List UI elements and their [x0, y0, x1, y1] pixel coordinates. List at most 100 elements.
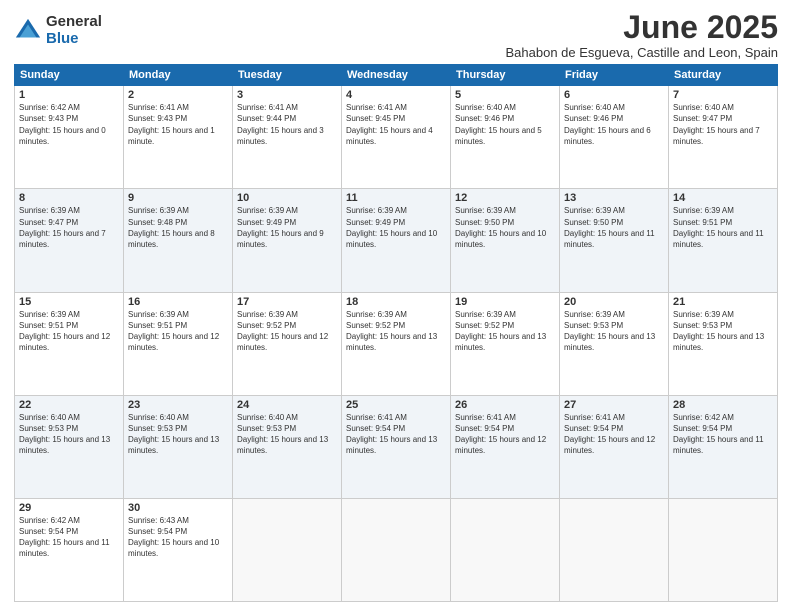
- calendar-day-cell: 6Sunrise: 6:40 AMSunset: 9:46 PMDaylight…: [560, 86, 669, 189]
- day-number: 29: [19, 502, 119, 514]
- day-number: 19: [455, 296, 555, 308]
- day-info: Sunrise: 6:39 AMSunset: 9:50 PMDaylight:…: [564, 205, 664, 250]
- calendar-header-cell: Monday: [124, 65, 233, 86]
- calendar-day-cell: 7Sunrise: 6:40 AMSunset: 9:47 PMDaylight…: [669, 86, 778, 189]
- calendar-day-cell: 20Sunrise: 6:39 AMSunset: 9:53 PMDayligh…: [560, 292, 669, 395]
- day-info: Sunrise: 6:41 AMSunset: 9:45 PMDaylight:…: [346, 102, 446, 147]
- logo-text: General Blue: [46, 14, 102, 47]
- calendar-header-cell: Wednesday: [342, 65, 451, 86]
- day-info: Sunrise: 6:40 AMSunset: 9:53 PMDaylight:…: [237, 412, 337, 457]
- day-info: Sunrise: 6:42 AMSunset: 9:54 PMDaylight:…: [19, 515, 119, 560]
- calendar-day-cell: 13Sunrise: 6:39 AMSunset: 9:50 PMDayligh…: [560, 189, 669, 292]
- calendar-day-cell: 11Sunrise: 6:39 AMSunset: 9:49 PMDayligh…: [342, 189, 451, 292]
- day-info: Sunrise: 6:39 AMSunset: 9:51 PMDaylight:…: [128, 309, 228, 354]
- day-number: 2: [128, 89, 228, 101]
- day-number: 11: [346, 192, 446, 204]
- day-number: 23: [128, 399, 228, 411]
- calendar-day-cell: [560, 498, 669, 601]
- calendar-day-cell: 8Sunrise: 6:39 AMSunset: 9:47 PMDaylight…: [15, 189, 124, 292]
- calendar-day-cell: 12Sunrise: 6:39 AMSunset: 9:50 PMDayligh…: [451, 189, 560, 292]
- calendar-header-cell: Tuesday: [233, 65, 342, 86]
- day-number: 24: [237, 399, 337, 411]
- calendar-body: 1Sunrise: 6:42 AMSunset: 9:43 PMDaylight…: [15, 86, 778, 602]
- day-number: 12: [455, 192, 555, 204]
- calendar-header-cell: Thursday: [451, 65, 560, 86]
- day-info: Sunrise: 6:39 AMSunset: 9:47 PMDaylight:…: [19, 205, 119, 250]
- day-info: Sunrise: 6:39 AMSunset: 9:49 PMDaylight:…: [237, 205, 337, 250]
- day-info: Sunrise: 6:43 AMSunset: 9:54 PMDaylight:…: [128, 515, 228, 560]
- calendar-day-cell: 19Sunrise: 6:39 AMSunset: 9:52 PMDayligh…: [451, 292, 560, 395]
- calendar-day-cell: 15Sunrise: 6:39 AMSunset: 9:51 PMDayligh…: [15, 292, 124, 395]
- calendar-week-row: 1Sunrise: 6:42 AMSunset: 9:43 PMDaylight…: [15, 86, 778, 189]
- day-info: Sunrise: 6:39 AMSunset: 9:52 PMDaylight:…: [455, 309, 555, 354]
- calendar-day-cell: 3Sunrise: 6:41 AMSunset: 9:44 PMDaylight…: [233, 86, 342, 189]
- day-number: 5: [455, 89, 555, 101]
- calendar-day-cell: 17Sunrise: 6:39 AMSunset: 9:52 PMDayligh…: [233, 292, 342, 395]
- day-number: 16: [128, 296, 228, 308]
- day-info: Sunrise: 6:39 AMSunset: 9:49 PMDaylight:…: [346, 205, 446, 250]
- day-number: 22: [19, 399, 119, 411]
- calendar-day-cell: 27Sunrise: 6:41 AMSunset: 9:54 PMDayligh…: [560, 395, 669, 498]
- day-number: 18: [346, 296, 446, 308]
- page: General Blue June 2025 Bahabon de Esguev…: [0, 0, 792, 612]
- day-info: Sunrise: 6:40 AMSunset: 9:46 PMDaylight:…: [455, 102, 555, 147]
- day-number: 8: [19, 192, 119, 204]
- day-number: 3: [237, 89, 337, 101]
- day-number: 21: [673, 296, 773, 308]
- calendar-day-cell: 25Sunrise: 6:41 AMSunset: 9:54 PMDayligh…: [342, 395, 451, 498]
- day-number: 30: [128, 502, 228, 514]
- calendar-week-row: 22 Sunrise: 6:40 AMSunset: 9:53 PMDayligh…: [15, 395, 778, 498]
- calendar-day-cell: 5Sunrise: 6:40 AMSunset: 9:46 PMDaylight…: [451, 86, 560, 189]
- calendar-day-cell: 2Sunrise: 6:41 AMSunset: 9:43 PMDaylight…: [124, 86, 233, 189]
- location-title: Bahabon de Esgueva, Castille and Leon, S…: [506, 45, 778, 60]
- day-number: 17: [237, 296, 337, 308]
- title-block: June 2025 Bahabon de Esgueva, Castille a…: [506, 10, 778, 60]
- header: General Blue June 2025 Bahabon de Esguev…: [14, 10, 778, 60]
- day-number: 6: [564, 89, 664, 101]
- calendar-week-row: 8Sunrise: 6:39 AMSunset: 9:47 PMDaylight…: [15, 189, 778, 292]
- day-number: 27: [564, 399, 664, 411]
- day-info: Sunrise: 6:39 AMSunset: 9:50 PMDaylight:…: [455, 205, 555, 250]
- day-info: Sunrise: 6:39 AMSunset: 9:48 PMDaylight:…: [128, 205, 228, 250]
- day-info: Sunrise: 6:40 AMSunset: 9:46 PMDaylight:…: [564, 102, 664, 147]
- day-info: Sunrise: 6:39 AMSunset: 9:51 PMDaylight:…: [673, 205, 773, 250]
- calendar-day-cell: 21Sunrise: 6:39 AMSunset: 9:53 PMDayligh…: [669, 292, 778, 395]
- day-info: Sunrise: 6:41 AMSunset: 9:54 PMDaylight:…: [346, 412, 446, 457]
- calendar-day-cell: 4Sunrise: 6:41 AMSunset: 9:45 PMDaylight…: [342, 86, 451, 189]
- calendar-week-row: 15Sunrise: 6:39 AMSunset: 9:51 PMDayligh…: [15, 292, 778, 395]
- calendar-day-cell: 16Sunrise: 6:39 AMSunset: 9:51 PMDayligh…: [124, 292, 233, 395]
- calendar-day-cell: 23Sunrise: 6:40 AMSunset: 9:53 PMDayligh…: [124, 395, 233, 498]
- calendar-day-cell: 10Sunrise: 6:39 AMSunset: 9:49 PMDayligh…: [233, 189, 342, 292]
- calendar-header-cell: Saturday: [669, 65, 778, 86]
- day-info: Sunrise: 6:41 AMSunset: 9:43 PMDaylight:…: [128, 102, 228, 147]
- logo-general: General: [46, 14, 102, 31]
- calendar-day-cell: 18Sunrise: 6:39 AMSunset: 9:52 PMDayligh…: [342, 292, 451, 395]
- day-info: Sunrise: 6:39 AMSunset: 9:51 PMDaylight:…: [19, 309, 119, 354]
- day-number: 25: [346, 399, 446, 411]
- logo-blue: Blue: [46, 31, 102, 48]
- day-number: 1: [19, 89, 119, 101]
- calendar-day-cell: 24Sunrise: 6:40 AMSunset: 9:53 PMDayligh…: [233, 395, 342, 498]
- calendar-day-cell: 29Sunrise: 6:42 AMSunset: 9:54 PMDayligh…: [15, 498, 124, 601]
- calendar-header-cell: Friday: [560, 65, 669, 86]
- day-info: Sunrise: 6:40 AMSunset: 9:47 PMDaylight:…: [673, 102, 773, 147]
- month-title: June 2025: [506, 10, 778, 45]
- calendar-day-cell: [451, 498, 560, 601]
- calendar-day-cell: [342, 498, 451, 601]
- calendar-day-cell: 1Sunrise: 6:42 AMSunset: 9:43 PMDaylight…: [15, 86, 124, 189]
- day-number: 13: [564, 192, 664, 204]
- day-info: Sunrise: 6:39 AMSunset: 9:52 PMDaylight:…: [346, 309, 446, 354]
- day-number: 26: [455, 399, 555, 411]
- day-info: Sunrise: 6:39 AMSunset: 9:52 PMDaylight:…: [237, 309, 337, 354]
- calendar-header-cell: Sunday: [15, 65, 124, 86]
- logo-icon: [14, 17, 42, 45]
- day-info: Sunrise: 6:39 AMSunset: 9:53 PMDaylight:…: [564, 309, 664, 354]
- calendar-day-cell: 9Sunrise: 6:39 AMSunset: 9:48 PMDaylight…: [124, 189, 233, 292]
- day-number: 10: [237, 192, 337, 204]
- day-info: Sunrise: 6:40 AMSunset: 9:53 PMDaylight:…: [128, 412, 228, 457]
- day-number: 9: [128, 192, 228, 204]
- day-number: 14: [673, 192, 773, 204]
- calendar-day-cell: 14Sunrise: 6:39 AMSunset: 9:51 PMDayligh…: [669, 189, 778, 292]
- calendar-header-row: SundayMondayTuesdayWednesdayThursdayFrid…: [15, 65, 778, 86]
- logo: General Blue: [14, 14, 102, 47]
